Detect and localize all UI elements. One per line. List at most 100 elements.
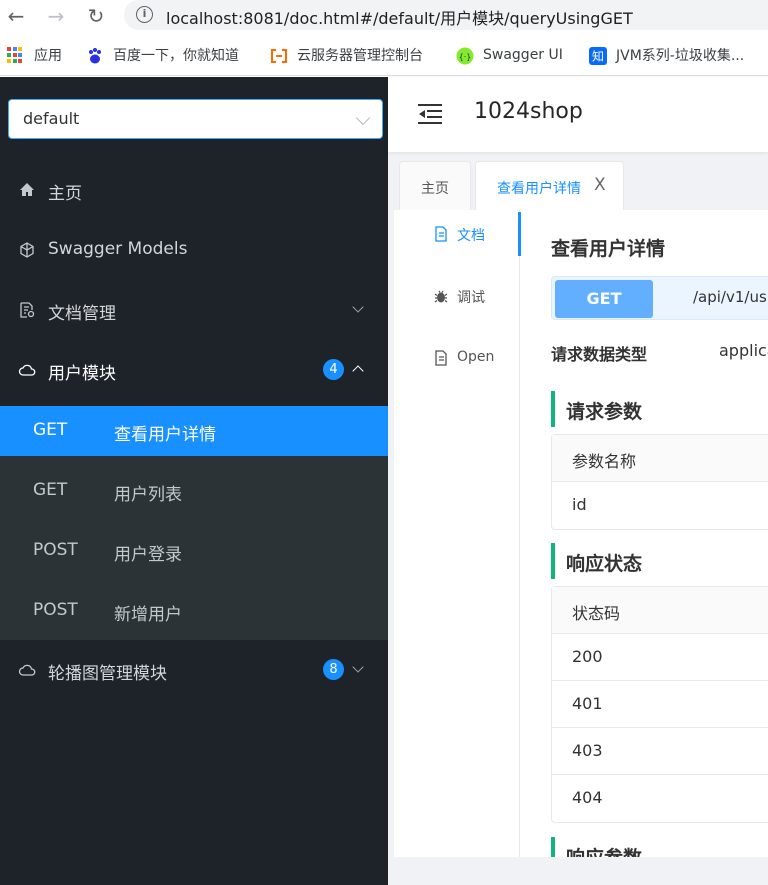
- page-title: 1024shop: [474, 99, 583, 124]
- table-row: 404: [552, 775, 768, 822]
- table-cell: 403: [572, 741, 603, 760]
- browser-toolbar: ← → ↻ i localhost:8081/doc.html#/default…: [0, 0, 768, 33]
- sidebar-item-home[interactable]: 主页: [0, 160, 388, 220]
- table-row: 200: [552, 634, 768, 681]
- bookmark-baidu[interactable]: 百度一下，你就知道: [86, 45, 239, 65]
- info-icon[interactable]: i: [136, 6, 153, 23]
- file-icon: [435, 350, 447, 366]
- table-row: 401: [552, 681, 768, 728]
- group-select-value: default: [23, 109, 80, 128]
- zhihu-icon: 知: [589, 46, 607, 65]
- sidebar: default 主页 Swagger Models 文档管理 用户模块 4 GE…: [0, 77, 388, 885]
- table-cell: 404: [572, 788, 603, 807]
- bookmark-label: 云服务器管理控制台: [297, 48, 423, 64]
- reload-icon[interactable]: ↻: [84, 4, 108, 28]
- api-item-user-login[interactable]: POST 用户登录: [0, 526, 388, 576]
- section-request-params: 请求参数: [551, 391, 642, 427]
- tab-home[interactable]: 主页: [399, 161, 471, 211]
- bookmark-label: Swagger UI: [483, 47, 563, 63]
- section-response-params: 响应参数: [551, 837, 642, 857]
- tab-label: 主页: [421, 181, 449, 197]
- doc-settings-icon: [20, 302, 35, 318]
- table-header: 状态码: [552, 587, 768, 634]
- user-module-submenu: GET 查看用户详情 GET 用户列表 POST 用户登录 POST 新增用户: [0, 406, 388, 640]
- bookmarks-bar: 应用 百度一下，你就知道 云服务器管理控制台 {·} Swagger UI 知 …: [0, 33, 768, 76]
- api-name: 用户列表: [114, 485, 182, 505]
- tab-open[interactable]: Open: [394, 336, 520, 380]
- cloud-icon: [18, 364, 36, 376]
- bookmark-apps[interactable]: 应用: [7, 45, 62, 65]
- count-badge: 8: [323, 659, 344, 680]
- apps-grid-icon: [7, 46, 24, 64]
- cube-icon: [20, 242, 34, 258]
- api-name: 新增用户: [114, 605, 182, 625]
- params-table: 参数名称 id: [551, 434, 768, 530]
- api-name: 查看用户详情: [114, 425, 216, 445]
- baidu-paw-icon: [86, 47, 103, 64]
- active-tab-indicator: [518, 212, 521, 256]
- chevron-down-icon: [352, 301, 364, 313]
- bookmark-zhihu[interactable]: 知 JVM系列-垃圾收集...: [589, 45, 744, 65]
- api-endpoint: GET /api/v1/us: [551, 276, 768, 320]
- main-area: 1024shop 主页 查看用户详情 X 文档 调试 Open 查看用户详情 G…: [388, 77, 768, 885]
- vertical-tabs: 文档 调试 Open: [394, 210, 521, 857]
- sidebar-item-label: 主页: [48, 184, 82, 204]
- api-item-query-user[interactable]: GET 查看用户详情: [0, 406, 388, 456]
- vtab-label: 调试: [457, 290, 485, 306]
- sidebar-item-label: 轮播图管理模块: [48, 664, 167, 684]
- tab-debug[interactable]: 调试: [394, 274, 520, 318]
- api-method: GET: [33, 420, 68, 440]
- doc-panel: 文档 调试 Open 查看用户详情 GET /api/v1/us 请求数据类型 …: [394, 210, 768, 857]
- tab-label: 查看用户详情: [497, 181, 581, 197]
- section-response-status: 响应状态: [551, 543, 642, 579]
- chevron-up-icon: [352, 365, 364, 377]
- bookmark-label: JVM系列-垃圾收集...: [616, 48, 745, 64]
- header: 1024shop: [388, 77, 768, 152]
- sidebar-item-user-module[interactable]: 用户模块 4: [0, 340, 388, 400]
- url-text: localhost:8081/doc.html#/default/用户模块/qu…: [166, 9, 633, 28]
- swagger-icon: {·}: [456, 47, 474, 64]
- table-cell: id: [572, 495, 587, 514]
- file-icon: [435, 226, 447, 242]
- address-bar[interactable]: i localhost:8081/doc.html#/default/用户模块/…: [124, 0, 768, 30]
- bug-icon: [434, 290, 448, 303]
- count-badge: 4: [323, 359, 344, 380]
- tab-doc[interactable]: 文档: [394, 212, 520, 256]
- sidebar-item-banner-module[interactable]: 轮播图管理模块 8: [0, 640, 388, 700]
- api-item-add-user[interactable]: POST 新增用户: [0, 586, 388, 636]
- doc-content: 查看用户详情 GET /api/v1/us 请求数据类型 applica 请求参…: [551, 210, 768, 857]
- chevron-down-icon: [355, 110, 371, 126]
- method-badge: GET: [555, 280, 653, 318]
- table-header: 参数名称: [552, 435, 768, 482]
- api-method: POST: [33, 600, 78, 620]
- tab-bar: 主页 查看用户详情 X: [394, 159, 768, 211]
- table-row: id: [552, 482, 768, 529]
- bottom-strip: [388, 857, 768, 885]
- back-arrow-icon[interactable]: ←: [4, 4, 28, 28]
- sidebar-item-docs[interactable]: 文档管理: [0, 280, 388, 340]
- api-item-user-list[interactable]: GET 用户列表: [0, 466, 388, 516]
- svg-text:知: 知: [592, 49, 604, 63]
- close-icon[interactable]: X: [594, 175, 606, 195]
- column-header: 状态码: [572, 604, 621, 623]
- aliyun-icon: [270, 47, 287, 64]
- api-title: 查看用户详情: [551, 238, 666, 260]
- table-cell: 401: [572, 694, 603, 713]
- bookmark-swagger[interactable]: {·} Swagger UI: [456, 45, 563, 65]
- cloud-icon: [18, 664, 36, 676]
- section-title: 请求参数: [566, 401, 643, 423]
- tab-query-user[interactable]: 查看用户详情 X: [475, 161, 624, 211]
- sidebar-item-swagger-models[interactable]: Swagger Models: [0, 220, 388, 280]
- api-path: /api/v1/us: [693, 288, 767, 306]
- api-method: GET: [33, 480, 68, 500]
- home-icon: [20, 183, 34, 196]
- sidebar-item-label: Swagger Models: [48, 239, 188, 259]
- bookmark-aliyun[interactable]: 云服务器管理控制台: [270, 45, 423, 65]
- group-select[interactable]: default: [8, 99, 383, 139]
- section-title: 响应参数: [566, 843, 642, 857]
- chevron-down-icon: [352, 661, 364, 673]
- api-name: 用户登录: [114, 545, 182, 565]
- request-type-value: applica: [719, 341, 768, 360]
- menu-fold-icon[interactable]: [418, 104, 442, 124]
- forward-arrow-icon[interactable]: →: [44, 4, 68, 28]
